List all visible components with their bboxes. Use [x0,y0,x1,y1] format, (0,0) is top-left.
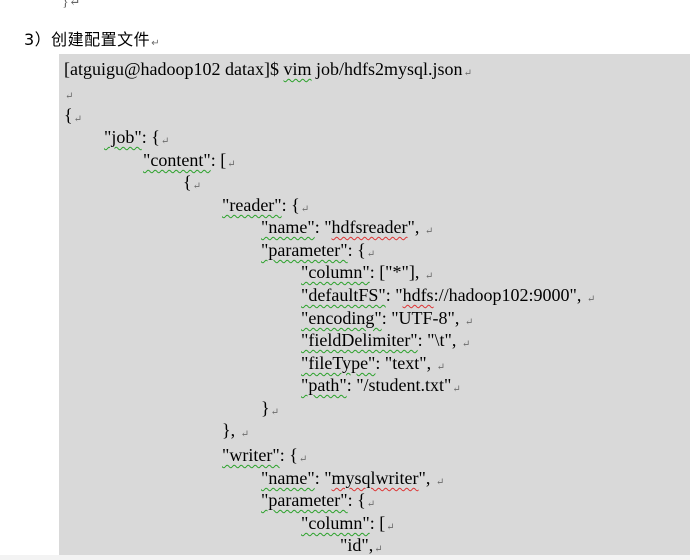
open-brace: { [64,105,73,125]
paragraph-mark-icon: ↵ [436,362,445,373]
paragraph-mark-icon: ↵ [151,38,161,49]
field-delimiter-rest: : "\t", [417,330,457,350]
paragraph-mark-icon: ↵ [298,454,308,465]
parameter-close-brace: } [261,398,270,418]
section-heading: 3）创建配置文件↵ [24,26,160,50]
content-open-brace: { [183,172,192,192]
vim-command: vim [283,59,312,79]
paragraph-mark-icon: ↵ [300,204,310,215]
defaultfs-scheme: hdfs [402,285,434,305]
defaultfs-key: "defaultFS" [301,285,386,305]
writer-name-end: ", [418,468,431,488]
paragraph-mark-icon: ↵ [435,477,445,488]
shell-prompt: [atguigu@hadoop102 datax]$ [64,59,284,79]
job-key: "job" [104,127,142,147]
paragraph-mark-icon: ↵ [461,339,471,350]
defaultfs-sep: : " [385,285,403,305]
paragraph-mark-icon: ↵ [374,544,383,555]
writer-column-rest: : [ [369,513,386,533]
writer-parameter-key: "parameter" [261,490,348,510]
reader-parameter-key: "parameter" [261,240,348,260]
code-line-reader-close: }, ↵ [222,419,249,446]
job-rest: : { [141,127,160,147]
reader-name-end: ", [407,217,420,237]
reader-name-value: hdfsreader [331,217,408,237]
section-heading-text: 3）创建配置文件 [24,30,151,49]
writer-name-key: "name" [261,468,315,488]
reader-key: "reader" [222,195,282,215]
path-key: "path" [301,375,347,395]
encoding-key: "encoding" [301,308,382,328]
defaultfs-rest: ://hadoop102:9000", [433,285,582,305]
json-file-path: job/hdfs2mysql.json [311,59,463,79]
writer-column-key: "column" [301,513,370,533]
reader-parameter-rest: : { [347,240,366,260]
id-value: "id", [340,535,374,555]
reader-name-sep: : " [314,217,332,237]
paragraph-mark-icon: ↵ [270,407,280,418]
paragraph-mark-icon: ↵ [452,384,461,395]
code-line-content-open: {↵ [183,171,201,198]
paragraph-mark-icon: ↵ [424,271,434,282]
paragraph-mark-icon: ↵ [386,522,395,533]
code-line-open-brace: {↵ [64,104,82,131]
code-line-parameter-close: }↵ [261,397,279,424]
encoding-rest: : "UTF-8", [381,308,460,328]
paragraph-mark-icon: ↵ [65,91,74,102]
paragraph-mark-icon: ↵ [586,294,596,305]
writer-parameter-rest: : { [347,490,366,510]
paragraph-mark-icon: ↵ [366,499,376,510]
reader-column-rest: : ["*"], [369,262,420,282]
field-delimiter-key: "fieldDelimiter" [301,330,418,350]
writer-key: "writer" [222,445,280,465]
paragraph-mark-icon: ↵ [160,136,170,147]
writer-name-value: mysqlwriter [331,468,419,488]
paragraph-mark-icon: ↵ [366,249,376,260]
paragraph-mark-icon: ↵ [424,226,434,237]
path-rest: : "/student.txt" [346,375,452,395]
paragraph-mark-icon: ↵ [464,317,474,328]
reader-name-key: "name" [261,217,315,237]
reader-close-brace: }, [222,420,236,440]
reader-column-key: "column" [301,262,370,282]
paragraph-mark-icon: ↵ [227,159,236,170]
paragraph-mark-icon: ↵ [192,181,202,192]
previous-line-fragment: }↵ [62,0,81,10]
reader-rest: : { [281,195,300,215]
paragraph-mark-icon: ↵ [73,114,83,125]
paragraph-mark-icon: ↵ [463,68,472,79]
writer-rest: : { [279,445,298,465]
content-key: "content" [143,150,211,170]
code-line-path: "path": "/student.txt"↵ [301,374,461,401]
file-type-key: "fileType" [301,353,376,373]
page-bottom-edge [0,555,690,560]
shell-command-line: [atguigu@hadoop102 datax]$ vim job/hdfs2… [64,58,472,85]
content-rest: : [ [210,150,227,170]
paragraph-mark-icon: ↵ [240,429,250,440]
file-type-rest: : "text", [375,353,432,373]
writer-name-sep: : " [314,468,332,488]
code-block: [atguigu@hadoop102 datax]$ vim job/hdfs2… [59,54,690,560]
